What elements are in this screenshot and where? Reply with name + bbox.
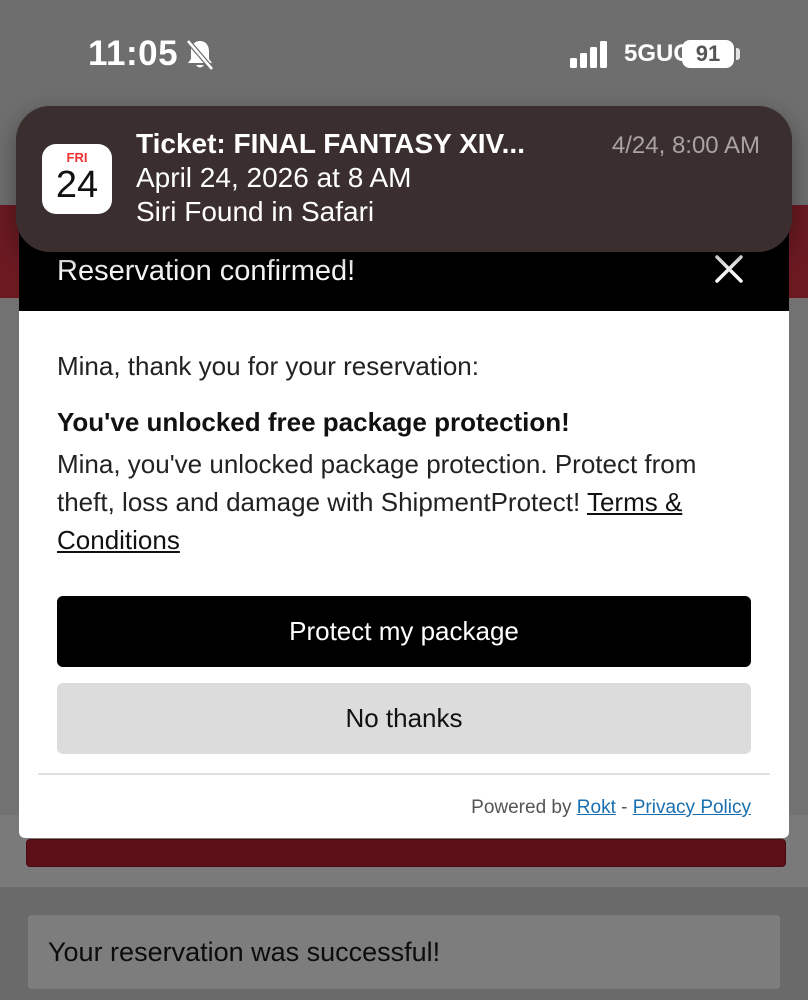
rokt-link[interactable]: Rokt — [577, 797, 616, 818]
footer-powered-by: Powered by — [471, 797, 572, 818]
notification-date: April 24, 2026 at 8 AM — [136, 162, 412, 193]
footer-separator: - — [621, 797, 628, 818]
notification-source: Siri Found in Safari — [136, 196, 375, 227]
reservation-modal: Reservation confirmed! Mina, thank you f… — [19, 225, 789, 838]
calendar-icon: FRI 24 — [42, 144, 112, 214]
battery-icon: 91 — [682, 40, 734, 68]
success-message: Your reservation was successful! — [48, 936, 441, 967]
page-action-button[interactable] — [26, 839, 786, 867]
close-icon[interactable] — [709, 249, 749, 289]
offer-body: Mina, you've unlocked package protection… — [57, 445, 757, 559]
protect-package-button[interactable]: Protect my package — [57, 596, 751, 667]
status-time: 11:05 — [88, 34, 179, 73]
calendar-date: 24 — [55, 164, 99, 206]
privacy-policy-link[interactable]: Privacy Policy — [633, 797, 751, 818]
bell-slash-icon — [186, 39, 214, 71]
modal-title: Reservation confirmed! — [57, 255, 356, 287]
offer-title: You've unlocked free package protection! — [57, 407, 570, 437]
modal-footer: Powered by Rokt - Privacy Policy — [471, 797, 751, 819]
cellular-signal-icon — [570, 41, 607, 68]
battery-level: 91 — [695, 41, 721, 66]
notification-timestamp: 4/24, 8:00 AM — [611, 132, 760, 159]
no-thanks-button[interactable]: No thanks — [57, 683, 751, 754]
network-type: 5GUC — [624, 40, 691, 67]
success-message-box: Your reservation was successful! — [28, 915, 780, 989]
footer-divider — [38, 773, 770, 775]
notification-title: Ticket: FINAL FANTASY XIV... — [136, 128, 525, 159]
calendar-day: FRI — [66, 150, 88, 165]
siri-notification[interactable]: FRI 24 Ticket: FINAL FANTASY XIV... Apri… — [16, 106, 792, 252]
greeting-text: Mina, thank you for your reservation: — [57, 351, 479, 381]
battery-cap — [736, 48, 740, 60]
status-bar: 11:05 5GUC 91 — [0, 0, 808, 100]
